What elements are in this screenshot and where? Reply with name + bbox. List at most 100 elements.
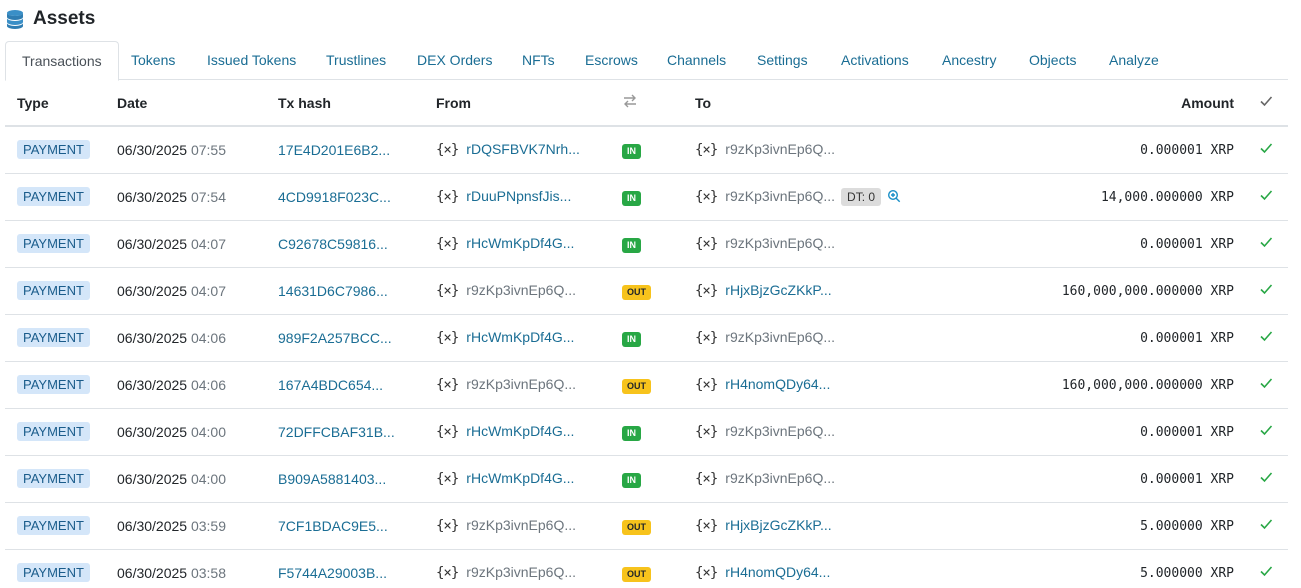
header-direction <box>622 80 695 127</box>
x-address-icon: {×} <box>695 283 718 299</box>
tab-activations[interactable]: Activations <box>841 41 909 80</box>
date-cell: 06/30/2025 03:59 <box>117 502 278 550</box>
direction-cell: IN <box>622 220 695 268</box>
type-cell: PAYMENT <box>5 455 117 503</box>
type-badge: PAYMENT <box>17 281 90 300</box>
x-address-icon: {×} <box>436 142 459 159</box>
direction-badge: IN <box>622 331 641 347</box>
header-amount[interactable]: Amount <box>995 80 1244 127</box>
to-address[interactable]: rHjxBjzGcZKkP... <box>725 282 831 298</box>
tx-hash-link[interactable]: 167A4BDC654... <box>278 377 383 393</box>
from-address[interactable]: rHcWmKpDf4G... <box>466 470 574 486</box>
header-type[interactable]: Type <box>5 80 117 127</box>
tx-hash-link[interactable]: 4CD9918F023C... <box>278 189 391 205</box>
x-address-icon: {×} <box>436 518 459 534</box>
from-cell: {×} rDQSFBVK7Nrh... <box>436 126 622 174</box>
from-address[interactable]: rHcWmKpDf4G... <box>466 423 574 439</box>
checkmark-icon <box>1260 331 1273 342</box>
tx-hash-link[interactable]: C92678C59816... <box>278 236 388 252</box>
tab-nfts[interactable]: NFTs <box>522 41 555 80</box>
table-row: PAYMENT 06/30/2025 04:07 14631D6C7986... {×… <box>5 267 1288 315</box>
direction-badge: IN <box>622 143 641 159</box>
to-address: r9zKp3ivnEp6Q... <box>725 329 836 345</box>
header-from[interactable]: From <box>436 80 622 127</box>
amount-cell: 160,000,000.000000 XRP <box>995 361 1244 409</box>
time-text: 07:54 <box>190 188 227 205</box>
status-cell <box>1244 314 1288 362</box>
tab-channels[interactable]: Channels <box>667 41 726 80</box>
direction-cell: IN <box>622 314 695 362</box>
to-cell: {×} r9zKp3ivnEp6Q... <box>695 220 995 268</box>
from-address[interactable]: rHcWmKpDf4G... <box>466 329 574 345</box>
header-date[interactable]: Date <box>117 80 278 127</box>
to-address[interactable]: rHjxBjzGcZKkP... <box>725 517 831 533</box>
to-address: r9zKp3ivnEp6Q... <box>725 235 836 251</box>
tab-tokens[interactable]: Tokens <box>131 41 175 80</box>
tx-hash-link[interactable]: 72DFFCBAF31B... <box>278 424 395 440</box>
header-to[interactable]: To <box>695 80 995 127</box>
direction-cell: OUT <box>622 549 695 588</box>
status-cell <box>1244 502 1288 550</box>
to-address: r9zKp3ivnEp6Q... <box>725 470 836 486</box>
header-tx-hash[interactable]: Tx hash <box>278 80 436 127</box>
date-cell: 06/30/2025 03:58 <box>117 549 278 588</box>
amount-cell: 0.000001 XRP <box>995 220 1244 268</box>
hash-cell: 167A4BDC654... <box>278 361 436 409</box>
database-icon <box>7 10 23 29</box>
page-header: Assets <box>4 6 95 32</box>
x-address-icon: {×} <box>436 565 459 581</box>
tx-hash-link[interactable]: F5744A29003B... <box>278 565 387 581</box>
type-cell: PAYMENT <box>5 408 117 456</box>
tab-dex-orders[interactable]: DEX Orders <box>417 41 492 80</box>
x-address-icon: {×} <box>695 518 718 534</box>
tab-issued-tokens[interactable]: Issued Tokens <box>207 41 296 80</box>
date-text: 06/30/2025 <box>117 188 188 205</box>
from-address: r9zKp3ivnEp6Q... <box>466 517 577 533</box>
type-badge: PAYMENT <box>17 422 90 441</box>
status-cell <box>1244 267 1288 315</box>
date-cell: 06/30/2025 04:06 <box>117 314 278 362</box>
tx-hash-link[interactable]: 7CF1BDAC9E5... <box>278 518 388 534</box>
tab-trustlines[interactable]: Trustlines <box>326 41 386 80</box>
checkmark-icon <box>1260 143 1273 154</box>
to-address[interactable]: rH4nomQDy64... <box>725 564 830 580</box>
tab-analyze[interactable]: Analyze <box>1109 41 1159 80</box>
tab-objects[interactable]: Objects <box>1029 41 1076 80</box>
from-address: r9zKp3ivnEp6Q... <box>466 564 577 580</box>
magnifier-plus-icon[interactable] <box>887 189 901 203</box>
table-header-row: Type Date Tx hash From To Amount <box>5 80 1288 127</box>
from-address[interactable]: rDuuPNpnsfJis... <box>466 188 571 204</box>
to-address: r9zKp3ivnEp6Q... <box>725 187 836 204</box>
date-cell: 06/30/2025 04:07 <box>117 220 278 268</box>
tx-hash-link[interactable]: 14631D6C7986... <box>278 283 388 299</box>
from-cell: {×} rDuuPNpnsfJis... <box>436 173 622 221</box>
time-text: 03:59 <box>190 517 227 534</box>
direction-cell: OUT <box>622 502 695 550</box>
type-badge: PAYMENT <box>17 469 90 488</box>
from-address: r9zKp3ivnEp6Q... <box>466 376 577 392</box>
from-address[interactable]: rHcWmKpDf4G... <box>466 235 574 251</box>
x-address-icon: {×} <box>695 471 718 487</box>
date-cell: 06/30/2025 04:00 <box>117 455 278 503</box>
tx-hash-link[interactable]: 17E4D201E6B2... <box>278 142 390 158</box>
tab-transactions[interactable]: Transactions <box>5 41 119 81</box>
type-cell: PAYMENT <box>5 502 117 550</box>
tab-settings[interactable]: Settings <box>757 41 808 80</box>
to-address[interactable]: rH4nomQDy64... <box>725 376 830 392</box>
table-row: PAYMENT 06/30/2025 04:06 989F2A257BCC... {×… <box>5 314 1288 362</box>
tx-hash-link[interactable]: 989F2A257BCC... <box>278 330 392 346</box>
from-address[interactable]: rDQSFBVK7Nrh... <box>466 141 580 157</box>
type-cell: PAYMENT <box>5 267 117 315</box>
from-cell: {×} rHcWmKpDf4G... <box>436 314 622 362</box>
to-address: r9zKp3ivnEp6Q... <box>725 141 836 158</box>
amount-value: 0.000001 XRP <box>1140 425 1234 440</box>
tx-hash-link[interactable]: B909A5881403... <box>278 471 386 487</box>
type-badge: PAYMENT <box>17 375 90 394</box>
tab-ancestry[interactable]: Ancestry <box>942 41 996 80</box>
tab-escrows[interactable]: Escrows <box>585 41 638 80</box>
amount-cell: 160,000,000.000000 XRP <box>995 267 1244 315</box>
type-badge: PAYMENT <box>17 187 90 206</box>
amount-value: 160,000,000.000000 XRP <box>1061 284 1234 299</box>
hash-cell: F5744A29003B... <box>278 549 436 588</box>
amount-value: 5.000000 XRP <box>1140 566 1234 581</box>
